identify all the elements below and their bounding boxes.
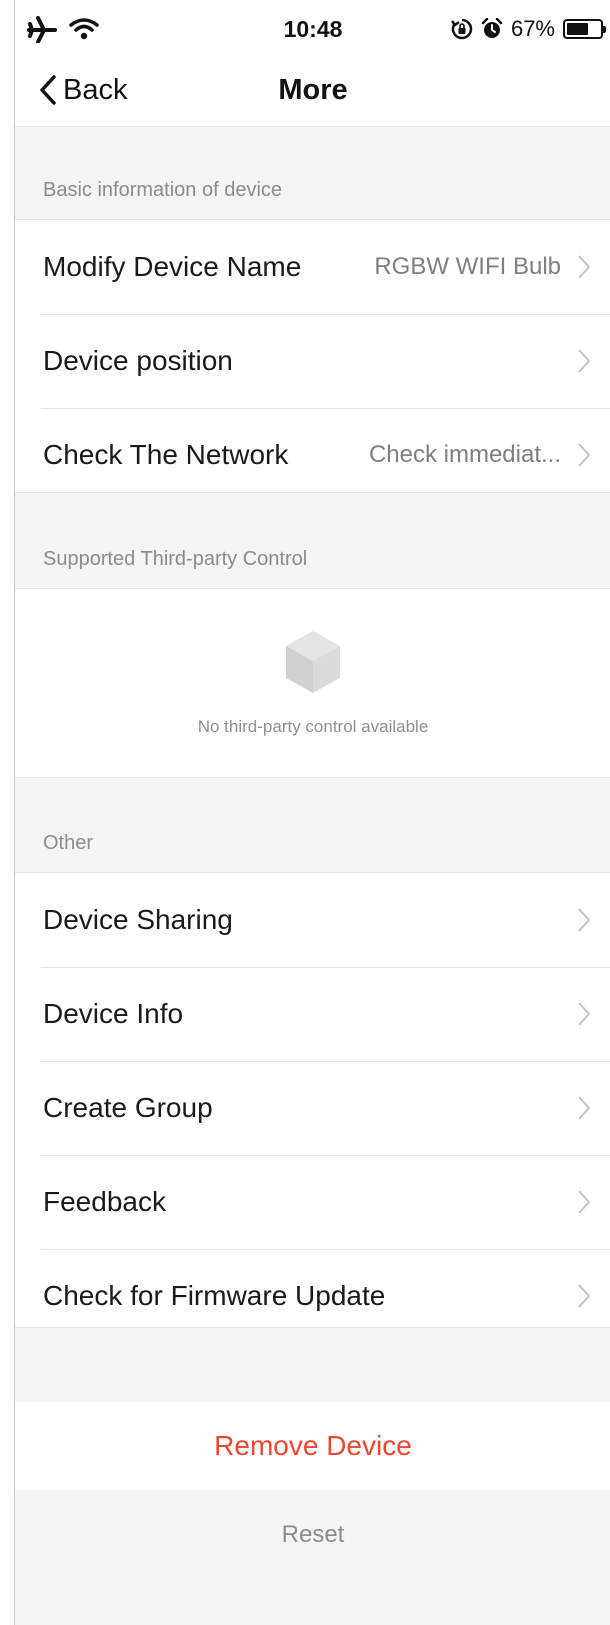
battery-level [567, 23, 589, 35]
empty-state-text: No third-party control available [197, 717, 429, 736]
third-party-empty-state: No third-party control available [15, 589, 610, 777]
chevron-right-icon [578, 1284, 591, 1308]
alarm-icon [481, 18, 503, 38]
remove-device-button[interactable]: Remove Device [15, 1402, 610, 1490]
row-label: Device position [43, 345, 233, 376]
section-header-other: Other [43, 832, 94, 854]
page-title: More [278, 74, 348, 106]
chevron-right-icon [578, 1190, 591, 1214]
battery-percent: 67% [510, 16, 555, 41]
check-network-value: Check immediat... [368, 441, 561, 468]
device-name-value: RGBW WIFI Bulb [374, 253, 561, 280]
row-label: Device Sharing [43, 904, 233, 935]
modify-device-name-row[interactable]: Modify Device Name RGBW WIFI Bulb [15, 220, 610, 314]
create-group-row[interactable]: Create Group [15, 1061, 610, 1155]
more-screen: 10:48 67% Back More Basic information of… [14, 0, 610, 1625]
rotation-lock-icon [450, 18, 473, 40]
battery-icon [563, 19, 606, 39]
chevron-right-icon [578, 255, 591, 279]
row-label: Check The Network [43, 439, 289, 470]
status-bar: 10:48 67% [15, 0, 610, 58]
chevron-right-icon [578, 908, 591, 932]
status-right-icons: 67% [450, 12, 606, 46]
section-header-basic: Basic information of device [43, 179, 283, 201]
navigation-bar: Back More [15, 58, 610, 126]
chevron-right-icon [578, 443, 591, 467]
section-header-third-party: Supported Third-party Control [43, 548, 308, 570]
top-bar: 10:48 67% Back More [15, 0, 610, 127]
check-network-row[interactable]: Check The Network Check immediat... [15, 408, 610, 502]
device-sharing-row[interactable]: Device Sharing [15, 873, 610, 967]
chevron-right-icon [578, 1002, 591, 1026]
basic-info-group: Modify Device Name RGBW WIFI Bulb Device… [15, 219, 610, 493]
row-label: Modify Device Name [43, 251, 302, 282]
device-info-row[interactable]: Device Info [15, 967, 610, 1061]
chevron-right-icon [578, 1096, 591, 1120]
cube-icon [286, 631, 340, 693]
feedback-row[interactable]: Feedback [15, 1155, 610, 1249]
row-label: Feedback [43, 1186, 166, 1217]
chevron-right-icon [578, 349, 591, 373]
reset-button[interactable]: Reset [15, 1490, 610, 1580]
third-party-group: No third-party control available [15, 588, 610, 778]
other-group: Device Sharing Device Info Create Group … [15, 872, 610, 1328]
row-label: Create Group [43, 1092, 213, 1123]
device-position-row[interactable]: Device position [15, 314, 610, 408]
row-label: Check for Firmware Update [43, 1280, 386, 1311]
firmware-update-row[interactable]: Check for Firmware Update [15, 1249, 610, 1343]
row-label: Device Info [43, 998, 184, 1029]
